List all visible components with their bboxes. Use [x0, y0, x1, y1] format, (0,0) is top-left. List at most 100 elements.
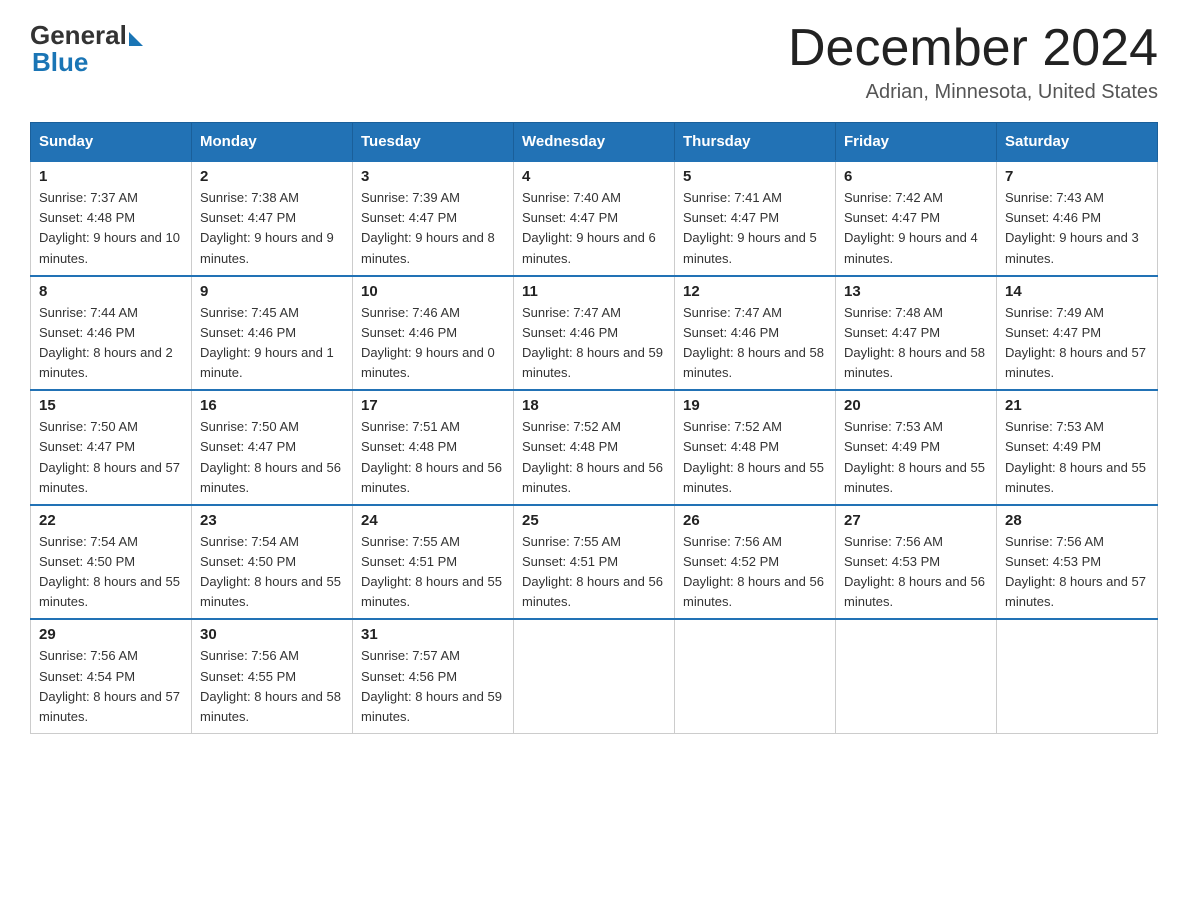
day-number: 8	[39, 283, 183, 300]
day-number: 25	[522, 512, 666, 529]
day-number: 7	[1005, 168, 1149, 185]
day-number: 26	[683, 512, 827, 529]
calendar-cell	[514, 619, 675, 733]
calendar-cell: 9Sunrise: 7:45 AMSunset: 4:46 PMDaylight…	[192, 276, 353, 391]
day-number: 6	[844, 168, 988, 185]
day-number: 27	[844, 512, 988, 529]
day-number: 10	[361, 283, 505, 300]
day-info: Sunrise: 7:37 AMSunset: 4:48 PMDaylight:…	[39, 188, 183, 269]
day-number: 14	[1005, 283, 1149, 300]
day-number: 2	[200, 168, 344, 185]
day-info: Sunrise: 7:48 AMSunset: 4:47 PMDaylight:…	[844, 303, 988, 384]
calendar-week-row: 15 Sunrise: 7:50 AMSunset: 4:47 PMDayligh…	[31, 390, 1158, 505]
day-number: 23	[200, 512, 344, 529]
logo: General Blue	[30, 20, 143, 78]
calendar-cell: 2 Sunrise: 7:38 AMSunset: 4:47 PMDaylight…	[192, 161, 353, 276]
calendar-cell: 1Sunrise: 7:37 AMSunset: 4:48 PMDaylight…	[31, 161, 192, 276]
calendar-cell: 6 Sunrise: 7:42 AMSunset: 4:47 PMDaylight…	[836, 161, 997, 276]
calendar-cell: 19Sunrise: 7:52 AMSunset: 4:48 PMDayligh…	[675, 390, 836, 505]
day-info: Sunrise: 7:54 AMSunset: 4:50 PMDaylight:…	[39, 532, 183, 613]
day-info: Sunrise: 7:42 AMSunset: 4:47 PMDaylight:…	[844, 188, 988, 269]
calendar-cell: 8 Sunrise: 7:44 AMSunset: 4:46 PMDaylight…	[31, 276, 192, 391]
logo-arrow-icon	[129, 32, 143, 46]
day-number: 15	[39, 397, 183, 414]
day-number: 21	[1005, 397, 1149, 414]
day-number: 3	[361, 168, 505, 185]
day-number: 28	[1005, 512, 1149, 529]
day-number: 18	[522, 397, 666, 414]
calendar-header-wednesday: Wednesday	[514, 123, 675, 162]
calendar-week-row: 8 Sunrise: 7:44 AMSunset: 4:46 PMDaylight…	[31, 276, 1158, 391]
calendar-cell	[836, 619, 997, 733]
day-info: Sunrise: 7:39 AMSunset: 4:47 PMDaylight:…	[361, 188, 505, 269]
day-info: Sunrise: 7:55 AMSunset: 4:51 PMDaylight:…	[361, 532, 505, 613]
calendar-cell: 26 Sunrise: 7:56 AMSunset: 4:52 PMDayligh…	[675, 505, 836, 620]
calendar-cell: 13 Sunrise: 7:48 AMSunset: 4:47 PMDayligh…	[836, 276, 997, 391]
calendar-cell: 15 Sunrise: 7:50 AMSunset: 4:47 PMDayligh…	[31, 390, 192, 505]
calendar-header-friday: Friday	[836, 123, 997, 162]
day-number: 24	[361, 512, 505, 529]
day-number: 5	[683, 168, 827, 185]
calendar-cell	[675, 619, 836, 733]
calendar-cell: 24 Sunrise: 7:55 AMSunset: 4:51 PMDayligh…	[353, 505, 514, 620]
calendar-cell: 20Sunrise: 7:53 AMSunset: 4:49 PMDayligh…	[836, 390, 997, 505]
day-info: Sunrise: 7:56 AMSunset: 4:55 PMDaylight:…	[200, 646, 344, 727]
calendar-header-monday: Monday	[192, 123, 353, 162]
day-info: Sunrise: 7:53 AMSunset: 4:49 PMDaylight:…	[1005, 417, 1149, 498]
calendar-cell: 27 Sunrise: 7:56 AMSunset: 4:53 PMDayligh…	[836, 505, 997, 620]
day-info: Sunrise: 7:56 AMSunset: 4:53 PMDaylight:…	[1005, 532, 1149, 613]
calendar-cell: 25 Sunrise: 7:55 AMSunset: 4:51 PMDayligh…	[514, 505, 675, 620]
calendar-header-sunday: Sunday	[31, 123, 192, 162]
calendar-cell: 28 Sunrise: 7:56 AMSunset: 4:53 PMDayligh…	[997, 505, 1158, 620]
day-info: Sunrise: 7:52 AMSunset: 4:48 PMDaylight:…	[522, 417, 666, 498]
day-info: Sunrise: 7:57 AMSunset: 4:56 PMDaylight:…	[361, 646, 505, 727]
calendar-week-row: 29 Sunrise: 7:56 AMSunset: 4:54 PMDayligh…	[31, 619, 1158, 733]
day-number: 31	[361, 626, 505, 643]
calendar-header-row: SundayMondayTuesdayWednesdayThursdayFrid…	[31, 123, 1158, 162]
calendar-header-saturday: Saturday	[997, 123, 1158, 162]
day-info: Sunrise: 7:56 AMSunset: 4:52 PMDaylight:…	[683, 532, 827, 613]
calendar-header-tuesday: Tuesday	[353, 123, 514, 162]
day-info: Sunrise: 7:45 AMSunset: 4:46 PMDaylight:…	[200, 303, 344, 384]
day-info: Sunrise: 7:56 AMSunset: 4:54 PMDaylight:…	[39, 646, 183, 727]
day-info: Sunrise: 7:54 AMSunset: 4:50 PMDaylight:…	[200, 532, 344, 613]
day-info: Sunrise: 7:38 AMSunset: 4:47 PMDaylight:…	[200, 188, 344, 269]
day-number: 16	[200, 397, 344, 414]
calendar-cell: 7 Sunrise: 7:43 AMSunset: 4:46 PMDaylight…	[997, 161, 1158, 276]
day-info: Sunrise: 7:51 AMSunset: 4:48 PMDaylight:…	[361, 417, 505, 498]
calendar-cell: 21 Sunrise: 7:53 AMSunset: 4:49 PMDayligh…	[997, 390, 1158, 505]
title-block: December 2024 Adrian, Minnesota, United …	[788, 20, 1158, 104]
day-info: Sunrise: 7:50 AMSunset: 4:47 PMDaylight:…	[200, 417, 344, 498]
calendar-cell: 17Sunrise: 7:51 AMSunset: 4:48 PMDayligh…	[353, 390, 514, 505]
day-info: Sunrise: 7:43 AMSunset: 4:46 PMDaylight:…	[1005, 188, 1149, 269]
day-number: 12	[683, 283, 827, 300]
calendar-cell: 16 Sunrise: 7:50 AMSunset: 4:47 PMDayligh…	[192, 390, 353, 505]
day-info: Sunrise: 7:49 AMSunset: 4:47 PMDaylight:…	[1005, 303, 1149, 384]
logo-blue-text: Blue	[32, 47, 88, 78]
day-info: Sunrise: 7:46 AMSunset: 4:46 PMDaylight:…	[361, 303, 505, 384]
day-number: 13	[844, 283, 988, 300]
calendar-cell: 29 Sunrise: 7:56 AMSunset: 4:54 PMDayligh…	[31, 619, 192, 733]
calendar-cell: 14 Sunrise: 7:49 AMSunset: 4:47 PMDayligh…	[997, 276, 1158, 391]
day-info: Sunrise: 7:52 AMSunset: 4:48 PMDaylight:…	[683, 417, 827, 498]
page-header: General Blue December 2024 Adrian, Minne…	[30, 20, 1158, 104]
calendar-cell: 5 Sunrise: 7:41 AMSunset: 4:47 PMDaylight…	[675, 161, 836, 276]
calendar-cell: 30 Sunrise: 7:56 AMSunset: 4:55 PMDayligh…	[192, 619, 353, 733]
day-info: Sunrise: 7:55 AMSunset: 4:51 PMDaylight:…	[522, 532, 666, 613]
day-info: Sunrise: 7:47 AMSunset: 4:46 PMDaylight:…	[522, 303, 666, 384]
day-info: Sunrise: 7:41 AMSunset: 4:47 PMDaylight:…	[683, 188, 827, 269]
calendar-cell: 23 Sunrise: 7:54 AMSunset: 4:50 PMDayligh…	[192, 505, 353, 620]
day-info: Sunrise: 7:40 AMSunset: 4:47 PMDaylight:…	[522, 188, 666, 269]
calendar-week-row: 22Sunrise: 7:54 AMSunset: 4:50 PMDayligh…	[31, 505, 1158, 620]
day-info: Sunrise: 7:50 AMSunset: 4:47 PMDaylight:…	[39, 417, 183, 498]
calendar-cell: 31 Sunrise: 7:57 AMSunset: 4:56 PMDayligh…	[353, 619, 514, 733]
calendar-cell: 18 Sunrise: 7:52 AMSunset: 4:48 PMDayligh…	[514, 390, 675, 505]
day-info: Sunrise: 7:56 AMSunset: 4:53 PMDaylight:…	[844, 532, 988, 613]
day-info: Sunrise: 7:44 AMSunset: 4:46 PMDaylight:…	[39, 303, 183, 384]
day-number: 29	[39, 626, 183, 643]
calendar-cell: 10 Sunrise: 7:46 AMSunset: 4:46 PMDayligh…	[353, 276, 514, 391]
day-number: 30	[200, 626, 344, 643]
calendar-header-thursday: Thursday	[675, 123, 836, 162]
day-number: 4	[522, 168, 666, 185]
calendar-week-row: 1Sunrise: 7:37 AMSunset: 4:48 PMDaylight…	[31, 161, 1158, 276]
